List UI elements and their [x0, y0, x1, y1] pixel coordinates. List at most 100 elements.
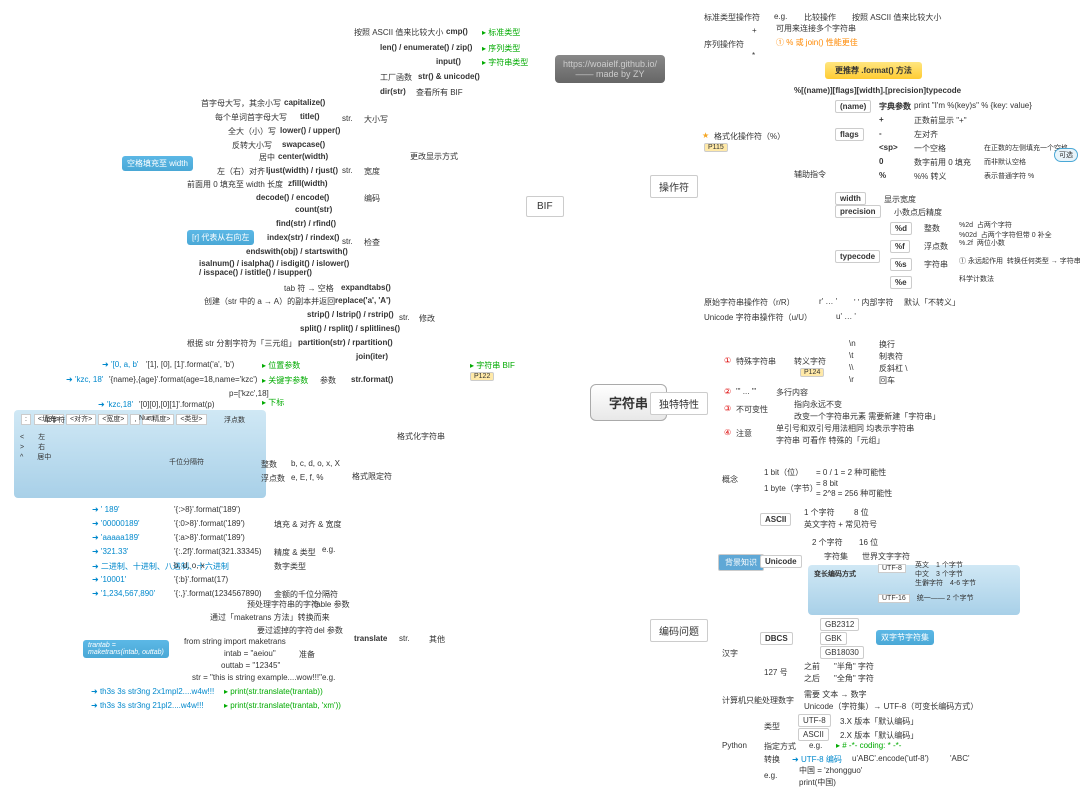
l: r' … ': [815, 296, 841, 307]
note: 双字节字符集: [876, 630, 934, 645]
l: center(width): [274, 151, 332, 162]
l: expandtabs(): [337, 282, 395, 293]
l: %[(name)][flags][width].[precision]typec…: [790, 85, 965, 96]
l: 前面用 0 填充至 width 长度: [183, 178, 287, 191]
l: tab 符 → 空格: [280, 282, 338, 295]
l: 世界文字字符: [858, 550, 914, 563]
l: 汉字: [718, 647, 742, 660]
fmt-panel: 单字符 Num 浮点数 : <填充> <对齐> <宽度> , <.精度> <类型…: [14, 410, 266, 498]
l: strip() / lstrip() / rstrip(): [303, 309, 398, 320]
l: 按照 ASCII 值来比较大小: [848, 11, 945, 24]
l: 计算机只能处理数字: [718, 694, 798, 707]
l: 显示宽度: [880, 193, 920, 206]
l: str.: [395, 633, 414, 644]
l: 检查: [360, 236, 384, 249]
l: ASCII: [760, 513, 791, 526]
l: e.g.: [805, 740, 826, 751]
l: 左（右）对齐: [213, 165, 269, 178]
l: "全角" 字符: [830, 672, 878, 685]
l: ➜ '[0, a, b': [98, 359, 142, 370]
l: 序列操作符: [700, 38, 748, 51]
l: 可用来连接多个字符串: [772, 22, 860, 35]
l: cmp(): [442, 26, 472, 37]
l: 字符集: [820, 550, 852, 563]
l: 指定方式: [760, 740, 800, 753]
l: 创建（str 中的 a → A）的副本并返回: [200, 295, 339, 308]
l: 按照 ASCII 值来比较大小: [350, 26, 447, 39]
l: 背景知识: [718, 554, 764, 571]
l: 全大（小）写: [224, 125, 280, 138]
l: ljust(width) / rjust(): [262, 165, 342, 176]
l: split() / rsplit() / splitlines(): [296, 323, 404, 334]
l: find(str) / rfind(): [272, 218, 340, 229]
l: 特殊字符串: [732, 355, 780, 368]
l: 不可变性: [732, 403, 772, 416]
l: 'ABC': [946, 753, 974, 764]
l: typecode: [835, 250, 880, 263]
l: 字符串 可看作 特殊的「元组」: [772, 434, 888, 447]
l: lower() / upper(): [276, 125, 344, 136]
l: 辅助指令: [790, 168, 830, 181]
l: join(iter): [352, 351, 392, 362]
l: translate: [350, 633, 391, 644]
bif-label: BIF: [526, 196, 564, 217]
l: len() / enumerate() / zip(): [376, 42, 476, 53]
l: e.g.: [318, 544, 339, 555]
l: Unicode（字符集）→ UTF-8（可变长编码方式）: [800, 700, 982, 713]
l: index(str) / rindex(): [263, 232, 343, 243]
watermark: https://woaielf.github.io/ —— made by ZY: [555, 55, 665, 83]
enc-label: 编码问题: [650, 619, 708, 642]
l: count(str): [291, 204, 336, 215]
l: 2 个字符: [808, 536, 847, 549]
l: e.g.: [770, 11, 791, 22]
l: GB2312: [820, 618, 859, 631]
l: e, E, f, %: [287, 472, 327, 483]
l: Unicode 字符串操作符（u/U）: [700, 311, 816, 324]
note: 空格填充至 width: [122, 156, 193, 171]
l: 默认「不转义」: [900, 296, 964, 309]
l: 127 号: [760, 666, 792, 679]
l: 通过「maketrans 方法」转换而来: [206, 611, 334, 624]
l: 之后: [800, 672, 824, 685]
l: 查看所有 BIF: [412, 86, 467, 99]
l: zfill(width): [284, 178, 332, 189]
l: 格式化字符串: [393, 430, 449, 443]
l: 修改: [415, 312, 439, 325]
l: e.g.: [318, 672, 339, 683]
l: 工厂函数: [376, 71, 416, 84]
l: ➜ 'kzc,18': [94, 399, 137, 410]
l: 格式限定符: [348, 470, 396, 483]
l: decode() / encode(): [252, 192, 333, 203]
l: str.: [338, 113, 357, 124]
l: 转换: [760, 753, 784, 766]
l: print(中国): [795, 776, 840, 789]
l: UTF-8: [798, 714, 831, 727]
l: 原始字符串操作符（r/R）: [700, 296, 799, 309]
l: str = "this is string example....wow!!!": [188, 672, 326, 683]
l: 标准类型操作符: [700, 11, 764, 24]
page-tag: P115: [704, 143, 728, 152]
l: partition(str) / rpartition(): [294, 337, 397, 348]
l: 大小写: [360, 113, 392, 126]
l: ' ' 内部字符: [850, 296, 898, 309]
l: 准备: [295, 648, 319, 661]
l: 注意: [732, 427, 756, 440]
ops-label: 操作符: [650, 175, 698, 198]
flag: ▸ 字符串 BIF: [466, 359, 519, 372]
l: u'ABC'.encode('utf-8'): [848, 753, 933, 764]
page-tag: P122: [470, 372, 494, 381]
note: [r] 代表从右向左: [187, 230, 254, 245]
l: 3.X 版本「默认编码」: [836, 715, 922, 728]
l: replace('a', 'A'): [331, 295, 395, 306]
l: 每个单词首字母大写: [211, 111, 291, 124]
l: endswith(obj) / startswith(): [242, 246, 352, 257]
l: 根据 str 分割字符为「三元组」: [183, 337, 300, 350]
l: dir(str): [376, 86, 410, 97]
l: str.format(): [347, 374, 397, 385]
l: DBCS: [760, 632, 793, 645]
l: '[0][0],[0][1]'.format(p): [135, 399, 219, 410]
l: 1 bit（位）: [760, 466, 807, 479]
l: str() & unicode(): [414, 71, 484, 82]
l: '[1], [0], [1]'.format('a', 'b'): [142, 359, 238, 370]
l: outtab = "12345": [217, 660, 284, 671]
